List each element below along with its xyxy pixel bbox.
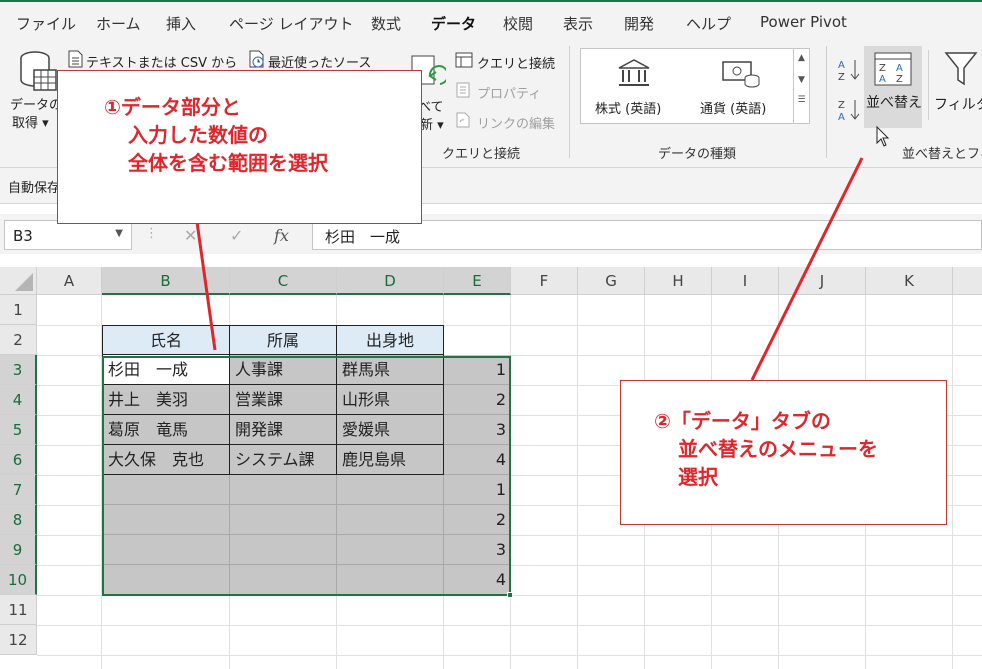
arrow-to-sort-button <box>750 157 864 381</box>
arrow-to-range <box>195 221 217 351</box>
callout-2-line-3: 選択 <box>678 465 718 489</box>
callout-step-2: ②「データ」タブの 並べ替えのメニューを 選択 <box>620 380 947 525</box>
callout-2-line-2: 並べ替えのメニューを <box>678 437 878 461</box>
callout-step-1: ①データ部分と 入力した数値の 全体を含む範囲を選択 <box>57 70 422 224</box>
callout-1-line-2: 入力した数値の <box>128 123 268 147</box>
callout-1-line-3: 全体を含む範囲を選択 <box>128 151 328 175</box>
callout-1-line-1: ①データ部分と <box>104 95 241 119</box>
callout-2-line-1: ②「データ」タブの <box>654 409 831 433</box>
